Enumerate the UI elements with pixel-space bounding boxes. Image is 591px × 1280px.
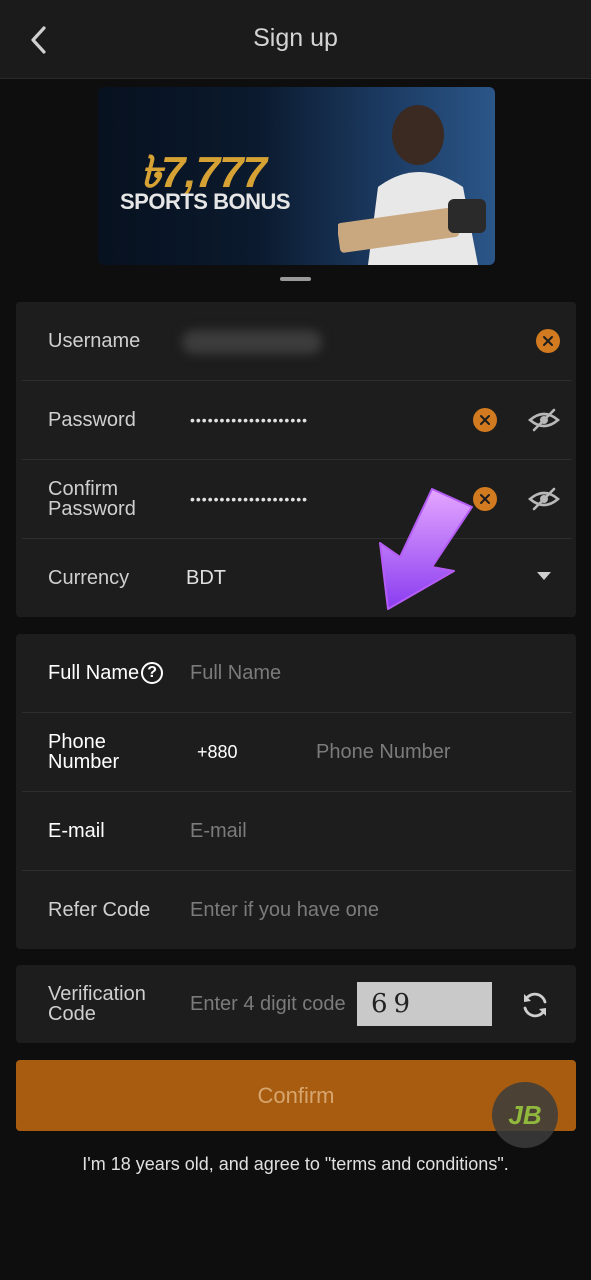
caret-down-icon[interactable] bbox=[536, 571, 552, 581]
confirm-password-row[interactable]: Confirm Password •••••••••••••••••••• bbox=[22, 460, 572, 539]
verification-card: Verification Code Enter 4 digit code bbox=[16, 965, 576, 1043]
arrow-pointer-icon bbox=[379, 488, 473, 610]
help-icon[interactable]: ? bbox=[141, 662, 164, 684]
email-label: E-mail bbox=[48, 820, 105, 842]
full-name-input[interactable]: Full Name bbox=[190, 634, 281, 712]
banner-subtitle: SPORTS BONUS bbox=[120, 189, 291, 214]
page-title: Sign up bbox=[253, 24, 338, 52]
eye-off-icon[interactable] bbox=[528, 487, 560, 511]
username-value-blurred[interactable] bbox=[182, 330, 322, 354]
email-input[interactable]: E-mail bbox=[190, 792, 247, 870]
verification-input[interactable]: Enter 4 digit code bbox=[190, 965, 346, 1043]
refer-code-input[interactable]: Enter if you have one bbox=[190, 871, 379, 949]
promo-banner[interactable]: ৳7,777 SPORTS BONUS bbox=[98, 87, 495, 265]
password-input[interactable]: •••••••••••••••••••• bbox=[190, 381, 308, 459]
username-label: Username bbox=[48, 330, 141, 352]
currency-row[interactable]: Currency BDT bbox=[22, 539, 572, 617]
jb-logo-icon: JB bbox=[508, 1099, 542, 1130]
refer-code-row[interactable]: Refer Code Enter if you have one bbox=[22, 871, 572, 949]
eye-off-icon[interactable] bbox=[528, 408, 560, 432]
drag-handle[interactable] bbox=[280, 277, 311, 281]
terms-text[interactable]: I'm 18 years old, and agree to "terms an… bbox=[0, 1154, 591, 1175]
password-label: Password bbox=[48, 409, 136, 431]
verification-label: Verification Code bbox=[48, 983, 146, 1025]
confirm-password-input[interactable]: •••••••••••••••••••• bbox=[190, 460, 308, 538]
refresh-icon[interactable] bbox=[520, 990, 550, 1020]
verification-row[interactable]: Verification Code Enter 4 digit code bbox=[16, 965, 576, 1043]
personal-info-card: Full Name ? Full Name Phone Number +880 … bbox=[16, 634, 576, 949]
phone-row[interactable]: Phone Number +880 Phone Number bbox=[22, 713, 572, 792]
password-row[interactable]: Password •••••••••••••••••••• bbox=[22, 381, 572, 460]
currency-select[interactable]: BDT bbox=[186, 539, 226, 617]
header-bar: Sign up bbox=[0, 0, 591, 79]
refer-code-label: Refer Code bbox=[48, 899, 151, 921]
currency-label: Currency bbox=[48, 567, 130, 589]
account-card: Username Password •••••••••••••••••••• C… bbox=[16, 302, 576, 617]
player-image bbox=[338, 105, 486, 265]
phone-label: Phone Number bbox=[48, 731, 120, 773]
confirm-password-label: Confirm Password bbox=[48, 478, 136, 520]
phone-prefix[interactable]: +880 bbox=[197, 713, 238, 791]
full-name-row[interactable]: Full Name ? Full Name bbox=[22, 634, 572, 713]
clear-icon[interactable] bbox=[473, 408, 497, 432]
clear-icon[interactable] bbox=[536, 329, 560, 353]
email-row[interactable]: E-mail E-mail bbox=[22, 792, 572, 871]
phone-input[interactable]: Phone Number bbox=[316, 713, 451, 791]
jb-logo-fab[interactable]: JB bbox=[492, 1082, 558, 1148]
captcha-image: 69 bbox=[357, 982, 492, 1026]
username-row[interactable]: Username bbox=[22, 302, 572, 381]
full-name-label: Full Name ? bbox=[48, 634, 164, 712]
